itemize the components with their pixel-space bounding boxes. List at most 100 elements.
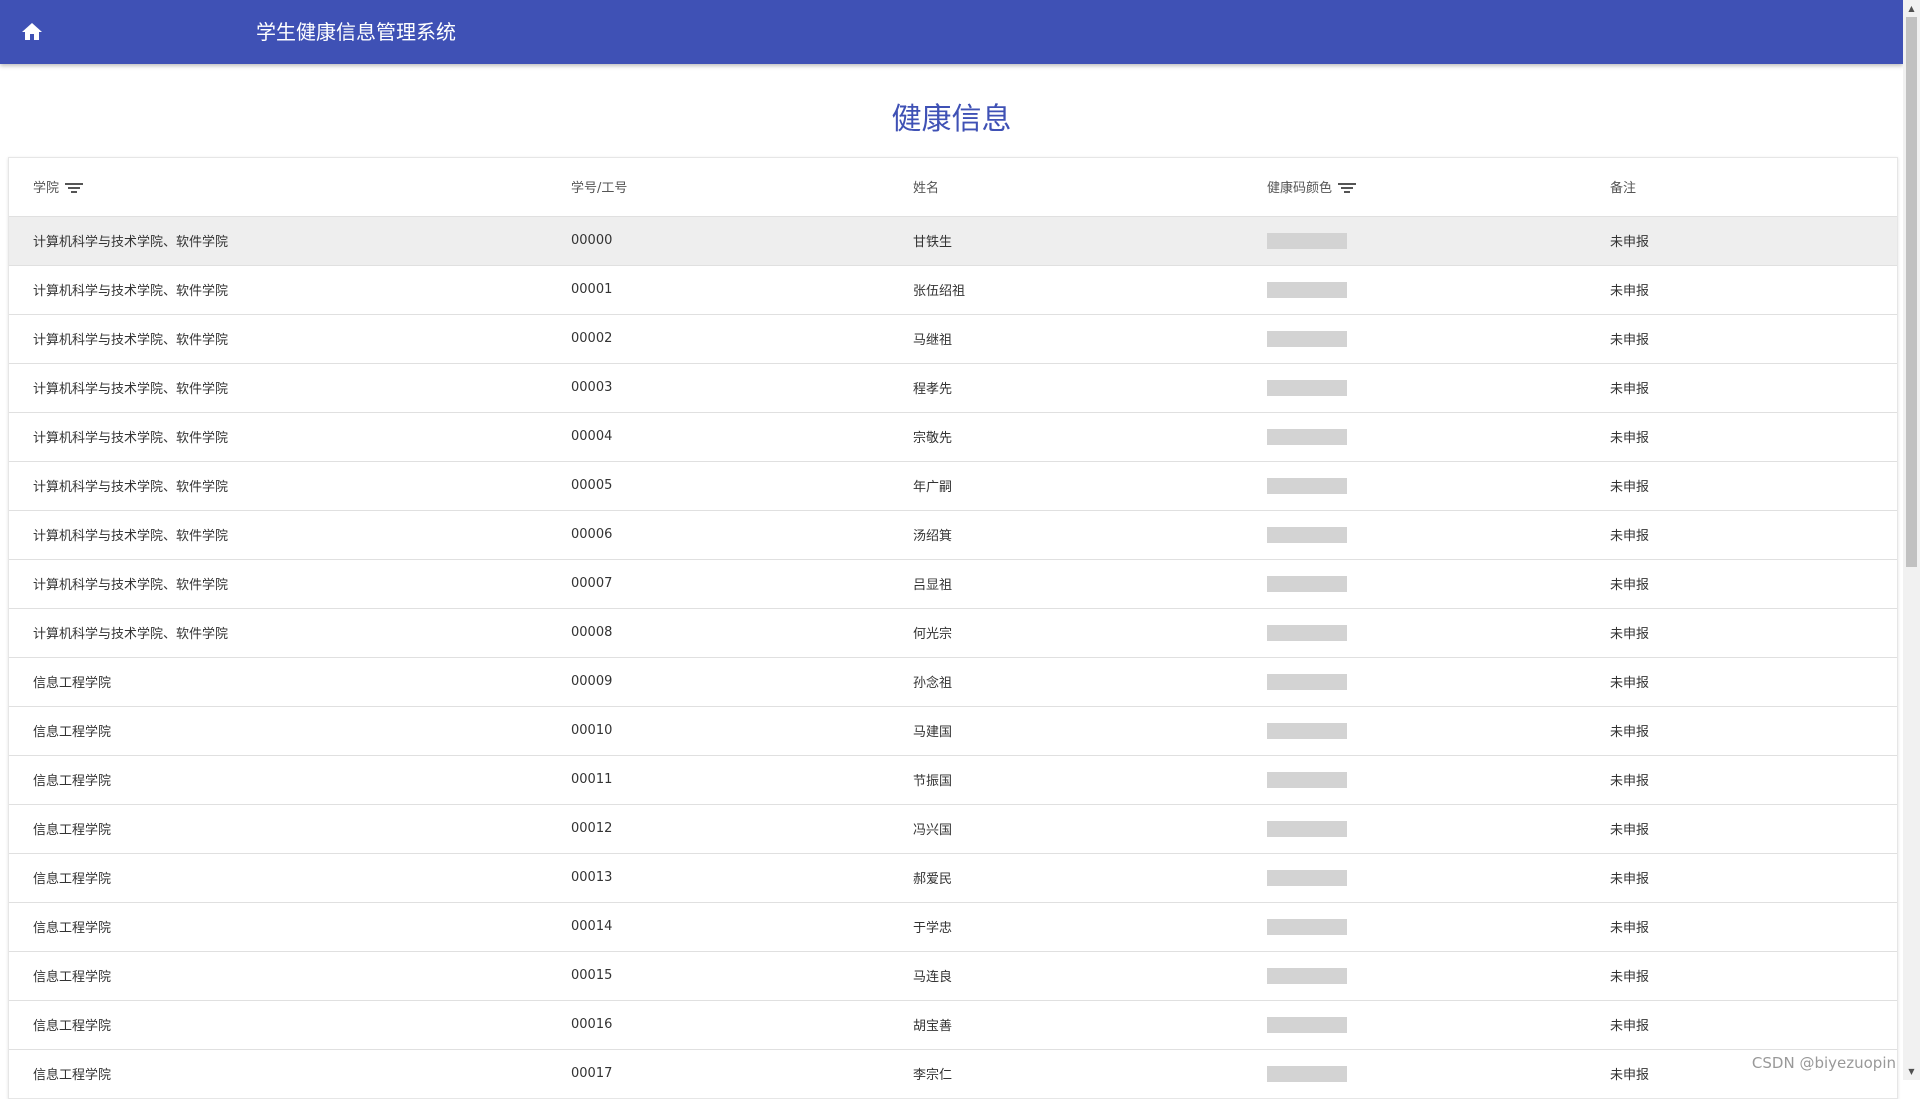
cell-note: 未申报 — [1610, 853, 1897, 902]
cell-college: 信息工程学院 — [9, 755, 571, 804]
cell-name: 程孝先 — [913, 363, 1267, 412]
cell-name: 于学忠 — [913, 902, 1267, 951]
table-row[interactable]: 信息工程学院00015马连良未申报 — [9, 951, 1897, 1000]
cell-id: 00014 — [571, 902, 913, 951]
cell-id: 00013 — [571, 853, 913, 902]
cell-health-code — [1267, 461, 1610, 510]
cell-health-code — [1267, 755, 1610, 804]
column-header-label: 学院 — [33, 177, 59, 196]
cell-name: 马继祖 — [913, 314, 1267, 363]
table-row[interactable]: 信息工程学院00017李宗仁未申报 — [9, 1049, 1897, 1098]
cell-name: 甘铁生 — [913, 216, 1267, 265]
table-row[interactable]: 信息工程学院00010马建国未申报 — [9, 706, 1897, 755]
cell-name: 宗敬先 — [913, 412, 1267, 461]
cell-college: 计算机科学与技术学院、软件学院 — [9, 363, 571, 412]
home-button[interactable] — [12, 12, 52, 52]
cell-id: 00003 — [571, 363, 913, 412]
cell-id: 00002 — [571, 314, 913, 363]
table-row[interactable]: 计算机科学与技术学院、软件学院00005年广嗣未申报 — [9, 461, 1897, 510]
cell-name: 年广嗣 — [913, 461, 1267, 510]
cell-id: 00009 — [571, 657, 913, 706]
health-info-table-card: 学院 学号/工号 姓名 健康码颜色 — [8, 157, 1898, 1099]
health-code-color-bar — [1267, 625, 1347, 641]
cell-college: 信息工程学院 — [9, 902, 571, 951]
table-row[interactable]: 计算机科学与技术学院、软件学院00001张伍绍祖 未申报 — [9, 265, 1897, 314]
health-code-color-bar — [1267, 282, 1347, 298]
table-row[interactable]: 信息工程学院00014于学忠 未申报 — [9, 902, 1897, 951]
cell-name: 孙念祖 — [913, 657, 1267, 706]
health-code-color-bar — [1267, 478, 1347, 494]
cell-health-code — [1267, 804, 1610, 853]
cell-college: 信息工程学院 — [9, 1000, 571, 1049]
cell-health-code — [1267, 559, 1610, 608]
cell-name: 张伍绍祖 — [913, 265, 1267, 314]
scroll-down-arrow-icon[interactable]: ▼ — [1903, 1063, 1920, 1080]
column-header-id: 学号/工号 — [571, 158, 913, 216]
cell-college: 计算机科学与技术学院、软件学院 — [9, 461, 571, 510]
cell-health-code — [1267, 412, 1610, 461]
cell-health-code — [1267, 265, 1610, 314]
cell-id: 00015 — [571, 951, 913, 1000]
health-code-color-bar — [1267, 1066, 1347, 1082]
table-body: 计算机科学与技术学院、软件学院00000甘铁生未申报计算机科学与技术学院、软件学… — [9, 216, 1897, 1098]
cell-college: 计算机科学与技术学院、软件学院 — [9, 265, 571, 314]
table-row[interactable]: 计算机科学与技术学院、软件学院00004宗敬先未申报 — [9, 412, 1897, 461]
cell-college: 信息工程学院 — [9, 804, 571, 853]
health-info-table: 学院 学号/工号 姓名 健康码颜色 — [9, 158, 1897, 1099]
cell-note: 未申报 — [1610, 755, 1897, 804]
filter-icon[interactable] — [1338, 181, 1356, 195]
table-row[interactable]: 信息工程学院00009孙念祖未申报 — [9, 657, 1897, 706]
table-row[interactable]: 信息工程学院00016胡宝善未申报 — [9, 1000, 1897, 1049]
health-code-color-bar — [1267, 870, 1347, 886]
scroll-thumb[interactable] — [1906, 17, 1917, 567]
cell-note: 未申报 — [1610, 461, 1897, 510]
column-header-name: 姓名 — [913, 158, 1267, 216]
table-row[interactable]: 计算机科学与技术学院、软件学院00003程孝先 未申报 — [9, 363, 1897, 412]
cell-id: 00010 — [571, 706, 913, 755]
table-row[interactable]: 计算机科学与技术学院、软件学院00006汤绍箕未申报 — [9, 510, 1897, 559]
cell-health-code — [1267, 1049, 1610, 1098]
table-row[interactable]: 计算机科学与技术学院、软件学院00008何光宗未申报 — [9, 608, 1897, 657]
table-row[interactable]: 计算机科学与技术学院、软件学院00000甘铁生未申报 — [9, 216, 1897, 265]
health-code-color-bar — [1267, 233, 1347, 249]
health-code-color-bar — [1267, 380, 1347, 396]
cell-health-code — [1267, 608, 1610, 657]
table-row[interactable]: 计算机科学与技术学院、软件学院00002马继祖未申报 — [9, 314, 1897, 363]
cell-name: 吕显祖 — [913, 559, 1267, 608]
health-code-color-bar — [1267, 968, 1347, 984]
cell-name: 节振国 — [913, 755, 1267, 804]
cell-id: 00001 — [571, 265, 913, 314]
table-row[interactable]: 信息工程学院00013郝爱民未申报 — [9, 853, 1897, 902]
cell-health-code — [1267, 657, 1610, 706]
cell-note: 未申报 — [1610, 265, 1897, 314]
vertical-scrollbar[interactable]: ▲ ▼ — [1903, 0, 1920, 1080]
cell-note: 未申报 — [1610, 363, 1897, 412]
table-row[interactable]: 信息工程学院00011节振国 未申报 — [9, 755, 1897, 804]
cell-note: 未申报 — [1610, 412, 1897, 461]
cell-id: 00007 — [571, 559, 913, 608]
table-row[interactable]: 计算机科学与技术学院、软件学院00007吕显祖未申报 — [9, 559, 1897, 608]
cell-health-code — [1267, 706, 1610, 755]
cell-health-code — [1267, 363, 1610, 412]
cell-note: 未申报 — [1610, 902, 1897, 951]
cell-college: 信息工程学院 — [9, 951, 571, 1000]
filter-icon[interactable] — [65, 181, 83, 195]
cell-name: 李宗仁 — [913, 1049, 1267, 1098]
page-title: 健康信息 — [0, 92, 1903, 148]
cell-id: 00011 — [571, 755, 913, 804]
cell-name: 汤绍箕 — [913, 510, 1267, 559]
cell-college: 计算机科学与技术学院、软件学院 — [9, 412, 571, 461]
cell-note: 未申报 — [1610, 1000, 1897, 1049]
cell-note: 未申报 — [1610, 951, 1897, 1000]
scroll-up-arrow-icon[interactable]: ▲ — [1903, 0, 1920, 17]
health-code-color-bar — [1267, 723, 1347, 739]
app-bar: 学生健康信息管理系统 — [0, 0, 1903, 64]
cell-note: 未申报 — [1610, 216, 1897, 265]
cell-health-code — [1267, 216, 1610, 265]
cell-note: 未申报 — [1610, 510, 1897, 559]
column-header-label: 健康码颜色 — [1267, 177, 1332, 196]
table-row[interactable]: 信息工程学院00012冯兴国未申报 — [9, 804, 1897, 853]
cell-college: 信息工程学院 — [9, 657, 571, 706]
cell-name: 胡宝善 — [913, 1000, 1267, 1049]
column-header-note: 备注 — [1610, 158, 1897, 216]
